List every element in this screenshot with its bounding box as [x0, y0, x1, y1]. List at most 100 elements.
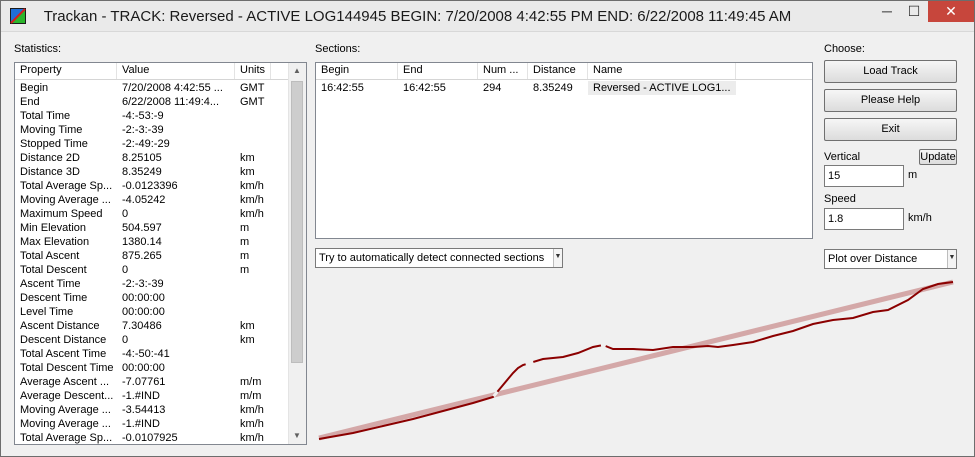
column-header-distance[interactable]: Distance	[528, 63, 588, 79]
column-header-begin[interactable]: Begin	[316, 63, 398, 79]
elevation-profile-plot	[318, 279, 954, 441]
speed-input[interactable]: 1.8	[824, 208, 904, 230]
load-track-button[interactable]: Load Track	[824, 60, 957, 83]
statistics-cell-units: m/m	[240, 390, 262, 402]
column-header-units[interactable]: Units	[235, 63, 271, 79]
statistics-scrollbar[interactable]: ▲ ▼	[288, 63, 306, 444]
statistics-cell-units: km	[240, 152, 255, 164]
scroll-up-icon[interactable]: ▲	[289, 63, 305, 79]
statistics-row[interactable]: Begin 7/20/2008 4:42:55 ... GMT	[15, 81, 271, 95]
statistics-cell-units: km/h	[240, 180, 264, 192]
please-help-button[interactable]: Please Help	[824, 89, 957, 112]
statistics-row[interactable]: Moving Time -2:-3:-39	[15, 123, 271, 137]
statistics-cell-value: -2:-3:-39	[122, 278, 164, 290]
statistics-cell-units: m	[240, 236, 250, 248]
sections-list[interactable]: Begin End Num ... Distance Name 16:42:55…	[315, 62, 813, 239]
statistics-row[interactable]: Total Descent Time 00:00:00	[15, 361, 271, 375]
section-detect-dropdown[interactable]: Try to automatically detect connected se…	[315, 248, 563, 268]
statistics-cell-value: 1380.14	[122, 236, 162, 248]
statistics-row[interactable]: Max Elevation 1380.14 m	[15, 235, 271, 249]
statistics-cell-property: Total Average Sp...	[20, 432, 113, 444]
statistics-row[interactable]: Distance 2D 8.25105 km	[15, 151, 271, 165]
statistics-cell-property: Moving Average ...	[20, 404, 111, 416]
statistics-cell-value: -2:-3:-39	[122, 124, 164, 136]
statistics-cell-units: m/m	[240, 376, 262, 388]
statistics-cell-units: GMT	[240, 82, 265, 94]
statistics-cell-units: m	[240, 222, 250, 234]
statistics-cell-value: -0.0123396	[122, 180, 178, 192]
app-window: Trackan - TRACK: Reversed - ACTIVE LOG14…	[0, 0, 975, 457]
statistics-label: Statistics:	[14, 43, 62, 55]
column-header-property[interactable]: Property	[15, 63, 117, 79]
plot-mode-value: Plot over Distance	[828, 253, 918, 265]
statistics-cell-units: km/h	[240, 208, 264, 220]
statistics-cell-value: 504.597	[122, 222, 162, 234]
statistics-row[interactable]: Min Elevation 504.597 m	[15, 221, 271, 235]
scroll-thumb[interactable]	[291, 81, 303, 363]
statistics-cell-units: km	[240, 166, 255, 178]
statistics-row[interactable]: Total Ascent 875.265 m	[15, 249, 271, 263]
statistics-cell-value: 0	[122, 334, 129, 346]
maximize-icon[interactable]: ☐	[901, 1, 927, 22]
plot-mode-dropdown[interactable]: Plot over Distance ▼	[824, 249, 957, 269]
statistics-cell-value: 7.30486	[122, 320, 162, 332]
statistics-row[interactable]: Descent Distance 0 km	[15, 333, 271, 347]
vertical-label: Vertical	[824, 151, 861, 163]
statistics-cell-value: -4:-50:-41	[122, 348, 170, 360]
statistics-row[interactable]: Average Ascent ... -7.07761 m/m	[15, 375, 271, 389]
statistics-row[interactable]: Moving Average ... -4.05242 km/h	[15, 193, 271, 207]
statistics-cell-value: 0	[122, 208, 129, 220]
statistics-row[interactable]: Total Ascent Time -4:-50:-41	[15, 347, 271, 361]
statistics-cell-value: 00:00:00	[122, 306, 165, 318]
statistics-row[interactable]: Total Average Sp... -0.0123396 km/h	[15, 179, 271, 193]
vertical-input[interactable]: 15	[824, 165, 904, 187]
statistics-cell-property: Distance 2D	[20, 152, 80, 164]
statistics-row[interactable]: Level Time 00:00:00	[15, 305, 271, 319]
statistics-row[interactable]: Ascent Time -2:-3:-39	[15, 277, 271, 291]
statistics-row[interactable]: Average Descent... -1.#IND m/m	[15, 389, 271, 403]
speed-unit: km/h	[908, 212, 932, 224]
statistics-row[interactable]: Total Descent 0 m	[15, 263, 271, 277]
column-header-num[interactable]: Num ...	[478, 63, 528, 79]
chevron-down-icon: ▼	[947, 250, 956, 268]
minimize-icon[interactable]: ─	[874, 1, 900, 22]
statistics-cell-property: End	[20, 96, 40, 108]
statistics-cell-property: Total Descent Time	[20, 362, 114, 374]
statistics-cell-property: Moving Average ...	[20, 194, 111, 206]
sections-cell-distance: 8.35249	[533, 82, 573, 94]
column-header-value[interactable]: Value	[117, 63, 235, 79]
sections-cell-name: Reversed - ACTIVE LOG1...	[588, 81, 736, 95]
statistics-list[interactable]: Property Value Units Begin 7/20/2008 4:42…	[14, 62, 307, 445]
statistics-row[interactable]: Total Time -4:-53:-9	[15, 109, 271, 123]
sections-cell-num: 294	[483, 82, 502, 94]
title-bar[interactable]: Trackan - TRACK: Reversed - ACTIVE LOG14…	[1, 1, 974, 32]
statistics-cell-value: -3.54413	[122, 404, 166, 416]
choose-label: Choose:	[824, 43, 865, 55]
statistics-row[interactable]: Maximum Speed 0 km/h	[15, 207, 271, 221]
statistics-cell-property: Total Ascent Time	[20, 348, 107, 360]
statistics-row[interactable]: Distance 3D 8.35249 km	[15, 165, 271, 179]
statistics-cell-value: -2:-49:-29	[122, 138, 170, 150]
statistics-cell-property: Moving Time	[20, 124, 83, 136]
statistics-row[interactable]: Ascent Distance 7.30486 km	[15, 319, 271, 333]
statistics-row[interactable]: Moving Average ... -3.54413 km/h	[15, 403, 271, 417]
statistics-row[interactable]: Moving Average ... -1.#IND km/h	[15, 417, 271, 431]
statistics-cell-units: m	[240, 250, 250, 262]
statistics-row[interactable]: Total Average Sp... -0.0107925 km/h	[15, 431, 271, 444]
statistics-cell-units: m	[240, 264, 250, 276]
statistics-cell-property: Stopped Time	[20, 138, 88, 150]
update-button[interactable]: Update	[919, 149, 957, 165]
close-icon[interactable]: ✕	[928, 1, 974, 22]
column-header-end[interactable]: End	[398, 63, 478, 79]
statistics-cell-property: Average Descent...	[20, 390, 114, 402]
statistics-row[interactable]: Descent Time 00:00:00	[15, 291, 271, 305]
scroll-down-icon[interactable]: ▼	[289, 428, 305, 444]
statistics-cell-property: Descent Distance	[20, 334, 107, 346]
sections-row[interactable]: 16:42:55 16:42:55 294 8.35249 Reversed - ACT…	[316, 81, 736, 95]
statistics-row[interactable]: End 6/22/2008 11:49:4... GMT	[15, 95, 271, 109]
statistics-row[interactable]: Stopped Time -2:-49:-29	[15, 137, 271, 151]
exit-button[interactable]: Exit	[824, 118, 957, 141]
column-header-name[interactable]: Name	[588, 63, 736, 79]
statistics-cell-units: km	[240, 320, 255, 332]
statistics-cell-property: Begin	[20, 82, 49, 94]
